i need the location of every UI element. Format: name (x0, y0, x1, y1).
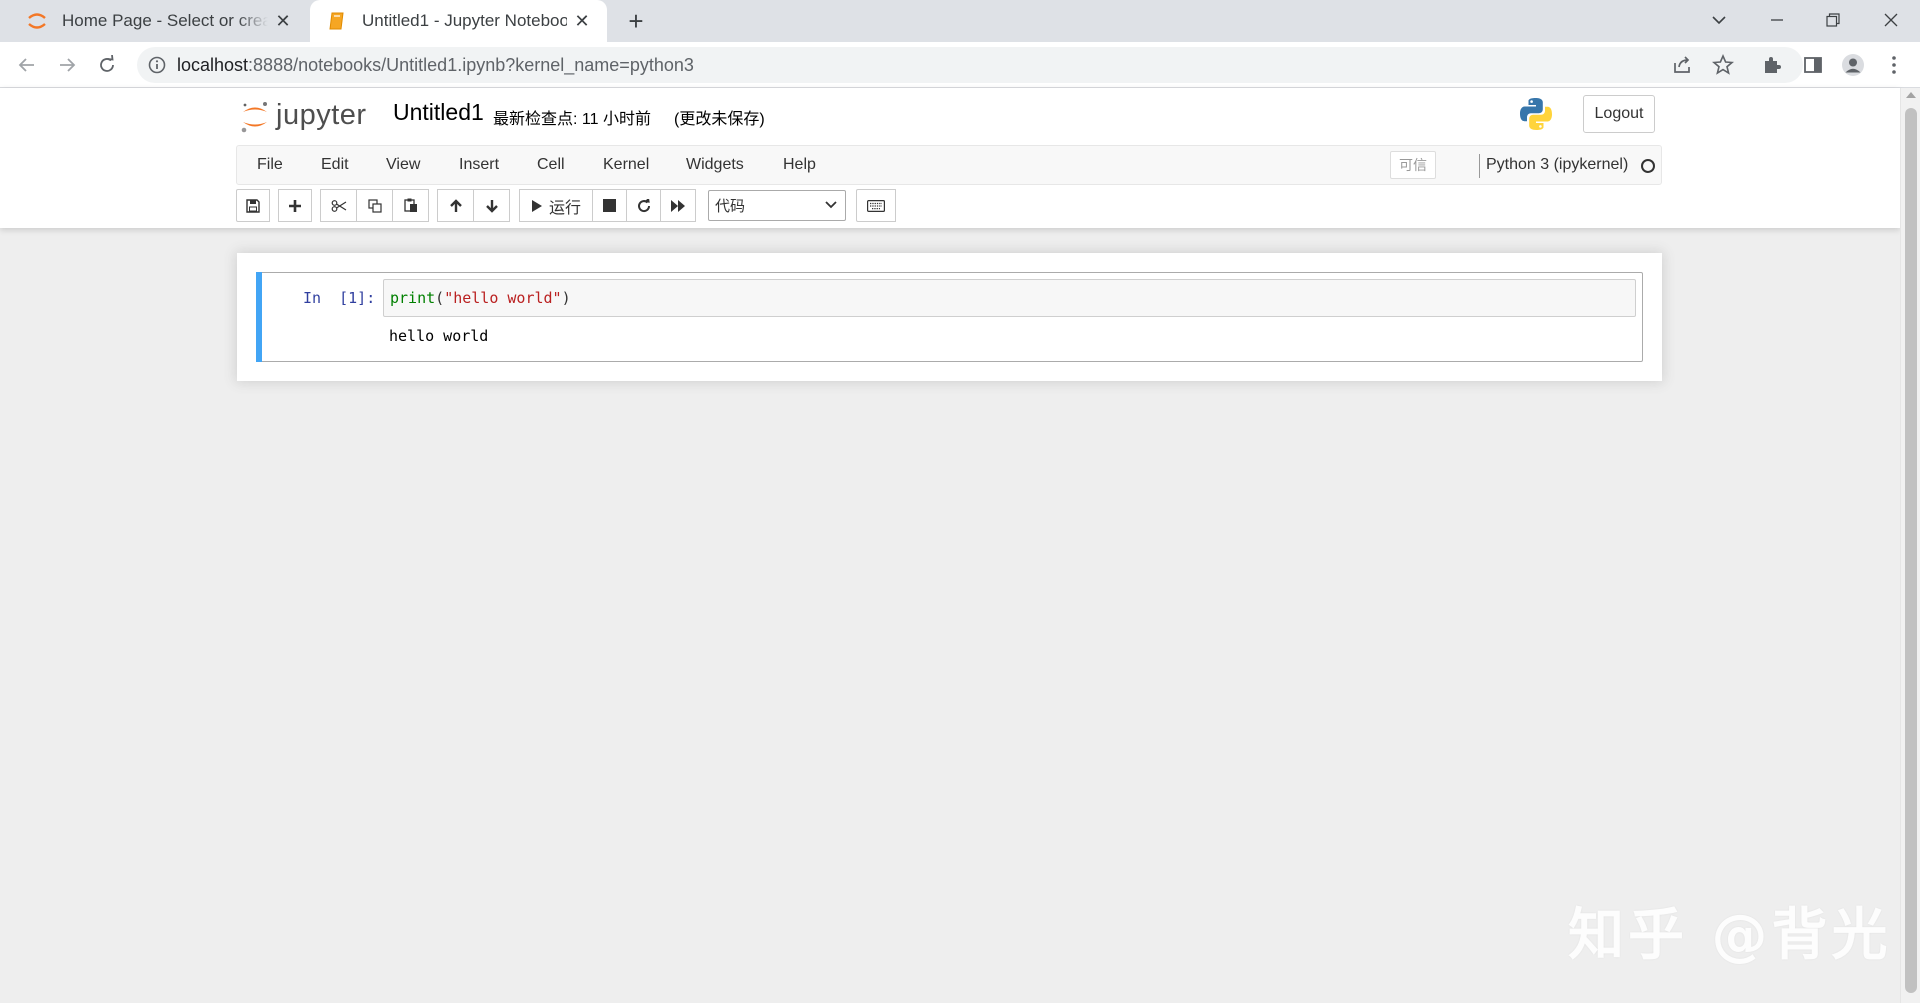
scroll-up-arrow-icon[interactable] (1906, 92, 1916, 98)
run-button[interactable]: 运行 (519, 189, 593, 222)
new-tab-button[interactable]: + (620, 5, 652, 37)
jupyter-header: jupyter Untitled1 最新检查点: 11 小时前 (更改未保存) … (0, 88, 1900, 228)
menu-insert[interactable]: Insert (459, 156, 499, 174)
copy-icon (367, 198, 382, 213)
cell-selected-indicator (256, 272, 262, 362)
insert-cell-button[interactable] (278, 189, 312, 222)
cell-type-select[interactable]: 代码 (708, 190, 846, 221)
jupyter-favicon-icon (28, 13, 46, 29)
site-info-icon[interactable] (147, 55, 167, 75)
back-icon[interactable] (11, 49, 43, 81)
minimize-icon[interactable] (1748, 0, 1806, 40)
restart-icon (637, 198, 650, 212)
notebook-favicon-icon (329, 12, 344, 30)
restore-icon[interactable] (1804, 0, 1862, 40)
input-prompt: In [1]: (303, 289, 376, 307)
menu-file[interactable]: File (257, 156, 283, 174)
forward-icon[interactable] (51, 49, 83, 81)
notebook-name[interactable]: Untitled1 (393, 99, 484, 126)
autosave-status: (更改未保存) (674, 111, 765, 128)
paste-icon (403, 198, 417, 212)
browser-tab-strip: Home Page - Select or create a notebook … (0, 0, 1920, 42)
cell-output: hello world (389, 327, 489, 345)
arrow-up-icon (449, 198, 462, 212)
save-icon (246, 198, 260, 213)
menu-view[interactable]: View (386, 156, 420, 174)
jupyter-wordmark: jupyter (276, 99, 367, 131)
watermark: 知乎 @背光 (1568, 903, 1892, 968)
checkpoint-status: 最新检查点: 11 小时前 (493, 111, 651, 128)
notebook-menubar: File Edit View Insert Cell Kernel Widget… (236, 145, 1662, 185)
interrupt-kernel-button[interactable] (592, 189, 627, 222)
code-string: "hello world" (444, 289, 562, 307)
kernel-separator (1479, 154, 1480, 178)
code-text[interactable]: print("hello world") (390, 289, 571, 307)
extensions-icon[interactable] (1760, 53, 1784, 77)
kernel-idle-indicator (1641, 159, 1655, 173)
menu-edit[interactable]: Edit (321, 156, 349, 174)
stop-icon (603, 199, 616, 212)
fast-forward-icon (671, 199, 685, 212)
menu-widgets[interactable]: Widgets (686, 156, 744, 174)
menu-cell[interactable]: Cell (537, 156, 565, 174)
code-function: print (390, 289, 436, 307)
close-tab-icon[interactable]: ✕ (268, 6, 298, 36)
trusted-indicator[interactable]: 可信 (1390, 151, 1436, 179)
cut-button[interactable] (320, 189, 357, 222)
kernel-name[interactable]: Python 3 (ipykernel) (1486, 156, 1628, 174)
profile-avatar-icon[interactable] (1841, 53, 1865, 77)
browser-toolbar: localhost:8888/notebooks/Untitled1.ipynb… (0, 42, 1920, 88)
close-window-icon[interactable] (1862, 0, 1920, 40)
notebook-container: In [1]: print("hello world") hello world (237, 253, 1662, 381)
paste-button[interactable] (392, 189, 429, 222)
url-path: :8888/notebooks/Untitled1.ipynb?kernel_n… (248, 55, 694, 75)
menu-help[interactable]: Help (783, 156, 816, 174)
code-paren-close: ) (561, 289, 571, 307)
url-text[interactable]: localhost:8888/notebooks/Untitled1.ipynb… (177, 55, 694, 76)
jupyter-logo[interactable]: jupyter (240, 96, 376, 136)
scrollbar-thumb[interactable] (1905, 108, 1917, 993)
browser-tab-title: Untitled1 - Jupyter Notebook (362, 11, 567, 30)
command-palette-button[interactable] (856, 189, 896, 222)
code-editor[interactable]: print("hello world") (383, 279, 1636, 317)
cell-type-value: 代码 (715, 198, 746, 215)
restart-run-all-button[interactable] (660, 189, 696, 222)
plus-icon (289, 199, 301, 212)
page-scrollbar[interactable] (1900, 88, 1920, 1003)
address-bar[interactable]: localhost:8888/notebooks/Untitled1.ipynb… (137, 47, 1803, 83)
browser-tab-notebook[interactable]: Untitled1 - Jupyter Notebook ✕ (310, 0, 607, 42)
keyboard-icon (867, 199, 885, 212)
code-paren-open: ( (435, 289, 445, 307)
scissors-icon (331, 199, 346, 212)
tab-search-icon[interactable] (1690, 0, 1748, 40)
python-logo-icon (1520, 98, 1552, 130)
close-tab-icon[interactable]: ✕ (567, 6, 597, 36)
move-down-button[interactable] (473, 189, 510, 222)
run-button-label: 运行 (548, 199, 581, 217)
bookmark-star-icon[interactable] (1711, 53, 1735, 77)
menu-kernel[interactable]: Kernel (603, 156, 649, 174)
browser-tab-home[interactable]: Home Page - Select or create a notebook … (0, 0, 308, 42)
browser-tab-title: Home Page - Select or create a notebook (62, 11, 268, 30)
jupyter-logo-icon (241, 102, 267, 133)
restart-kernel-button[interactable] (626, 189, 661, 222)
side-panel-icon[interactable] (1801, 53, 1825, 77)
play-icon (531, 199, 542, 212)
share-icon[interactable] (1670, 53, 1694, 77)
chevron-down-icon (825, 201, 837, 209)
copy-button[interactable] (356, 189, 393, 222)
code-cell[interactable]: In [1]: print("hello world") hello world (256, 272, 1643, 362)
browser-menu-icon[interactable] (1882, 53, 1906, 77)
reload-icon[interactable] (91, 49, 123, 81)
save-button[interactable] (236, 189, 270, 222)
move-up-button[interactable] (437, 189, 474, 222)
logout-button[interactable]: Logout (1583, 95, 1655, 133)
url-host: localhost (177, 55, 249, 75)
arrow-down-icon (485, 199, 498, 213)
